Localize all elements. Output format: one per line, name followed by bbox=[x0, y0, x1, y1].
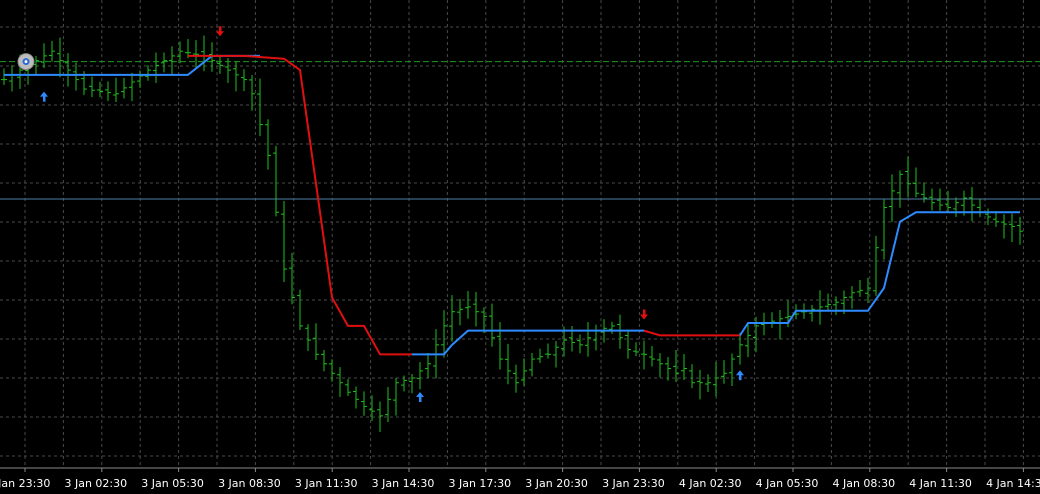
x-tick-label: 3 Jan 02:30 bbox=[64, 477, 127, 490]
x-axis: 3 Jan 23:30 3 Jan 02:30 3 Jan 05:30 3 Jan 0… bbox=[0, 467, 1040, 494]
x-tick-label: 4 Jan 05:30 bbox=[756, 477, 819, 490]
x-tick-label: 3 Jan 08:30 bbox=[218, 477, 281, 490]
x-tick-label: 3 Jan 17:30 bbox=[448, 477, 511, 490]
x-tick-label: 3 Jan 23:30 bbox=[602, 477, 665, 490]
x-tick-label: 3 Jan 11:30 bbox=[295, 477, 358, 490]
x-tick-label: 3 Jan 23:30 bbox=[0, 477, 50, 490]
x-tick-label: 3 Jan 05:30 bbox=[141, 477, 204, 490]
x-tick-label: 4 Jan 02:30 bbox=[679, 477, 742, 490]
x-tick-label: 3 Jan 20:30 bbox=[525, 477, 588, 490]
chart-marker bbox=[17, 53, 35, 71]
price-chart[interactable]: 3 Jan 23:30 3 Jan 02:30 3 Jan 05:30 3 Jan 0… bbox=[0, 0, 1040, 494]
x-tick-label: 4 Jan 11:30 bbox=[909, 477, 972, 490]
x-tick-label: 4 Jan 08:30 bbox=[832, 477, 895, 490]
x-tick-label: 4 Jan 14:30 bbox=[986, 477, 1040, 490]
x-tick-label: 3 Jan 14:30 bbox=[372, 477, 435, 490]
level-marker-icon[interactable] bbox=[17, 53, 35, 71]
